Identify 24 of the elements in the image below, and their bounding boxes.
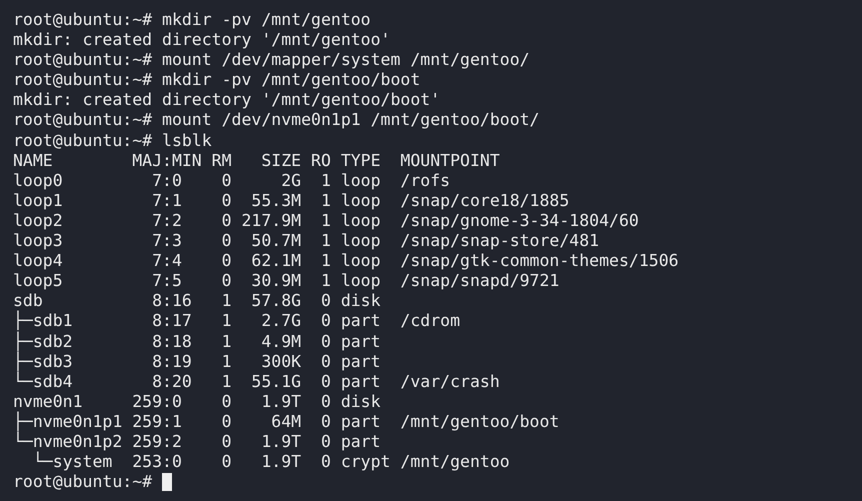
- terminal-line: ├─sdb1 8:17 1 2.7G 0 part /cdrom: [13, 311, 460, 332]
- terminal-line: mkdir: created directory '/mnt/gentoo': [13, 30, 390, 50]
- terminal-line: └─system 253:0 0 1.9T 0 crypt /mnt/gentoo: [32, 452, 510, 472]
- terminal-line: nvme0n1 259:0 0 1.9T 0 disk: [13, 392, 381, 412]
- terminal-line: loop3 7:3 0 50.7M 1 loop /snap/snap-store/481: [13, 231, 600, 252]
- terminal-line: ├─nvme0n1p1 259:1 0 64M 0 part /mnt/gentoo/boot: [13, 412, 560, 432]
- shell-prompt: root@ubuntu:~#: [13, 472, 152, 492]
- terminal-line: root@ubuntu:~# mount /dev/mapper/system /mnt/gentoo/: [13, 50, 530, 70]
- terminal-line: loop2 7:2 0 217.9M 1 loop /snap/gnome-3-34-1804/60: [13, 210, 639, 232]
- terminal-line: root@ubuntu:~# mount /dev/nvme0n1p1 /mnt/gentoo/boot/: [13, 110, 540, 131]
- terminal-line: └─sdb4 8:20 1 55.1G 0 part /var/crash: [13, 372, 500, 392]
- terminal-line: └─nvme0n1p2 259:2 0 1.9T 0 part: [13, 432, 381, 452]
- terminal-line: loop1 7:1 0 55.3M 1 loop /snap/core18/1885: [13, 190, 570, 211]
- terminal-line: root@ubuntu:~# mkdir -pv /mnt/gentoo: [13, 10, 371, 30]
- terminal-line: ├─sdb2 8:18 1 4.9M 0 part: [13, 332, 381, 352]
- terminal-line: loop0 7:0 0 2G 1 loop /rofs: [13, 170, 450, 191]
- terminal-line: root@ubuntu:~# lsblk: [13, 130, 212, 151]
- terminal-line: sdb 8:16 1 57.8G 0 disk: [13, 291, 381, 310]
- terminal-line: mkdir: created directory '/mnt/gentoo/boot': [13, 90, 440, 110]
- terminal-line: root@ubuntu:~# mkdir -pv /mnt/gentoo/boot: [13, 70, 420, 90]
- terminal-line: ├─sdb3 8:19 1 300K 0 part: [13, 352, 381, 372]
- terminal-line: loop4 7:4 0 62.1M 1 loop /snap/gtk-common-themes/1506: [13, 251, 679, 272]
- terminal-line: loop5 7:5 0 30.9M 1 loop /snap/snapd/9721: [13, 271, 560, 292]
- terminal-line: NAME MAJ:MIN RM SIZE RO TYPE MOUNTPOINT: [13, 150, 500, 171]
